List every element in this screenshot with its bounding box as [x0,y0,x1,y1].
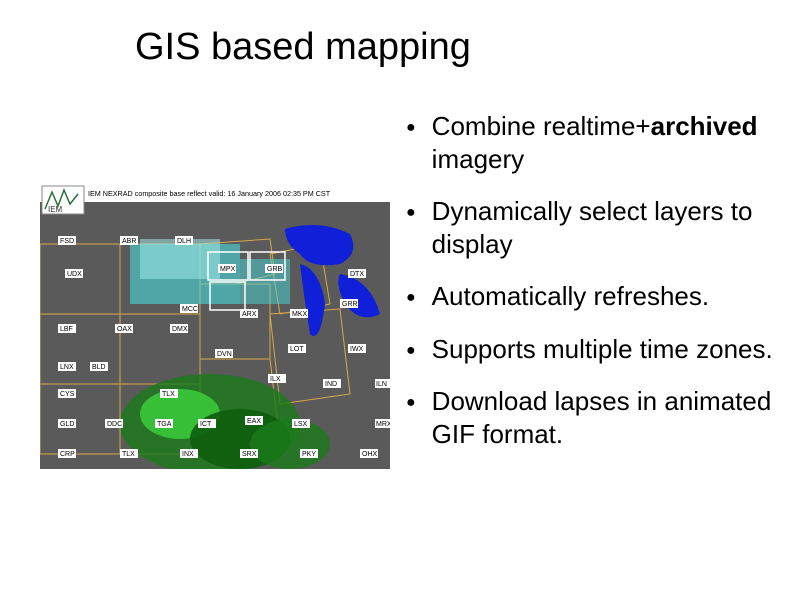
bullet-text: Dynamically select layers to display [432,195,786,260]
svg-text:MPX: MPX [220,266,236,273]
map-logo-text: IEM [48,205,63,214]
svg-text:LBF: LBF [60,326,73,333]
bullet-text: Combine realtime+archived imagery [432,110,786,175]
svg-text:CRP: CRP [60,451,75,458]
svg-text:TLX: TLX [162,391,175,398]
bullet-text: Supports multiple time zones. [432,333,773,366]
svg-text:LOT: LOT [290,346,304,353]
svg-text:ILN: ILN [376,381,387,388]
svg-text:DMX: DMX [172,326,188,333]
svg-text:MRX: MRX [376,421,390,428]
svg-text:ILX: ILX [270,376,281,383]
svg-text:DTX: DTX [350,271,364,278]
svg-text:DVN: DVN [217,351,232,358]
svg-text:UDX: UDX [67,271,82,278]
svg-text:LNX: LNX [60,364,74,371]
bullet-dot-icon: ● [406,395,416,411]
svg-text:GRR: GRR [342,301,358,308]
bullet-text: Download lapses in animated GIF format. [432,385,786,450]
radar-map-image: IEM IEM NEXRAD composite base reflect va… [40,184,390,469]
svg-text:BLD: BLD [92,364,106,371]
bullet-dot-icon: ● [406,290,416,306]
svg-text:SRX: SRX [242,451,257,458]
bullet-item: ● Dynamically select layers to display [406,195,786,260]
svg-text:DLH: DLH [177,238,191,245]
bullet-list: ● Combine realtime+archived imagery ● Dynam… [406,110,786,470]
svg-text:GRB: GRB [267,266,283,273]
nexrad-map-svg: IEM IEM NEXRAD composite base reflect va… [40,184,390,469]
svg-text:TLX: TLX [122,451,135,458]
svg-text:ARX: ARX [242,311,257,318]
bullet-dot-icon: ● [406,343,416,359]
svg-text:CYS: CYS [60,391,75,398]
bullet-item: ● Download lapses in animated GIF format. [406,385,786,450]
svg-text:OAX: OAX [117,326,132,333]
svg-text:ICT: ICT [200,421,212,428]
bullet-dot-icon: ● [406,205,416,221]
svg-text:IWX: IWX [350,346,364,353]
svg-text:LSX: LSX [294,421,308,428]
svg-text:DDC: DDC [107,421,122,428]
svg-text:MKX: MKX [292,311,308,318]
map-caption: IEM NEXRAD composite base reflect valid:… [88,189,331,198]
svg-text:MCC: MCC [182,306,198,313]
svg-text:OHX: OHX [362,451,378,458]
svg-text:EAX: EAX [247,418,261,425]
svg-text:ABR: ABR [122,238,136,245]
svg-text:FSD: FSD [60,238,74,245]
svg-text:TGA: TGA [157,421,172,428]
slide-title: GIS based mapping [135,26,471,69]
svg-text:INX: INX [182,451,194,458]
bullet-dot-icon: ● [406,120,416,136]
svg-text:GLD: GLD [60,421,74,428]
bullet-text: Automatically refreshes. [432,280,709,313]
bullet-item: ● Supports multiple time zones. [406,333,786,366]
svg-text:PKY: PKY [302,451,316,458]
svg-text:IND: IND [325,381,337,388]
bullet-item: ● Automatically refreshes. [406,280,786,313]
bullet-item: ● Combine realtime+archived imagery [406,110,786,175]
